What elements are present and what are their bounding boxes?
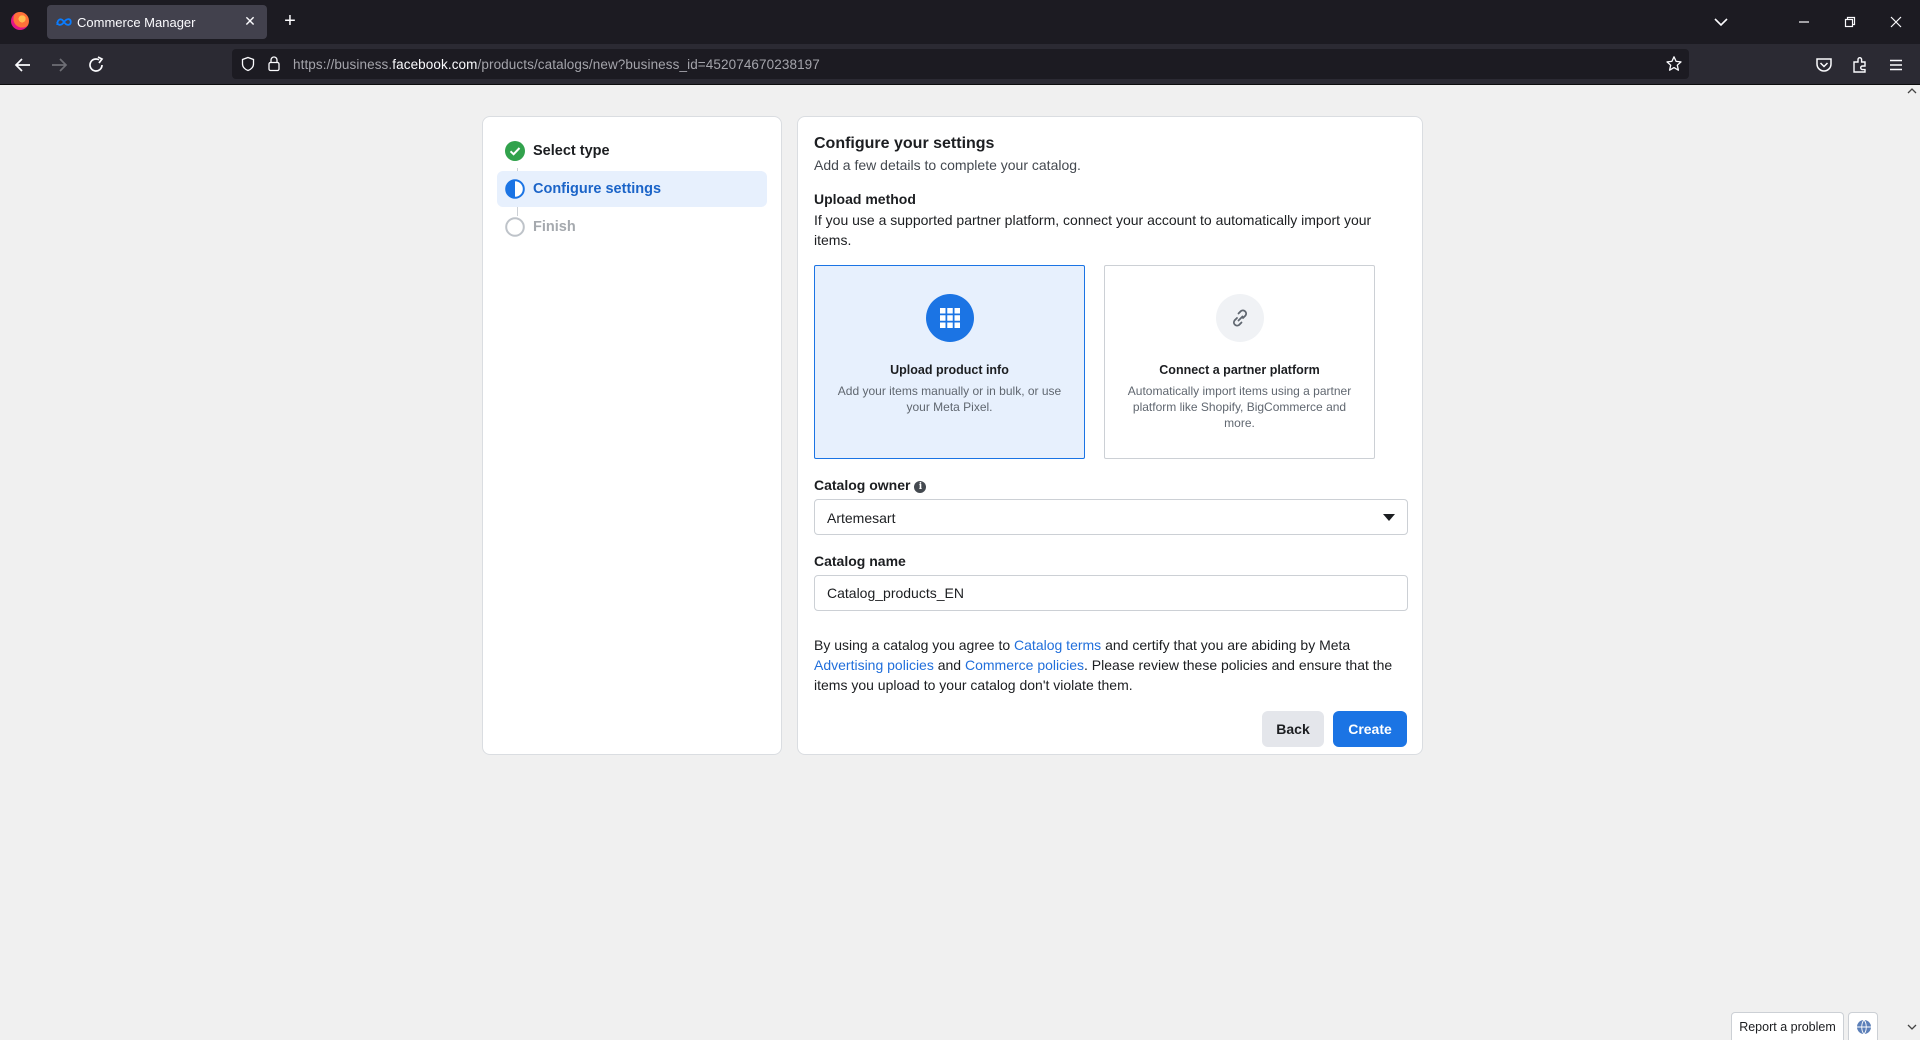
restore-icon[interactable] bbox=[1838, 10, 1862, 34]
shield-icon[interactable] bbox=[240, 56, 256, 72]
option-description: Add your items manually or in bulk, or u… bbox=[837, 384, 1062, 414]
step-label: Configure settings bbox=[533, 181, 662, 197]
back-button[interactable]: Back bbox=[1262, 711, 1324, 747]
step-select-type[interactable]: Select type bbox=[497, 133, 767, 169]
reload-icon[interactable] bbox=[85, 54, 107, 76]
link-icon bbox=[1216, 294, 1264, 342]
page-subtitle: Add a few details to complete your catal… bbox=[814, 157, 1081, 173]
caret-down-icon bbox=[1383, 514, 1395, 521]
step-label: Finish bbox=[533, 219, 576, 235]
globe-icon bbox=[1857, 1019, 1871, 1035]
grid-icon bbox=[926, 294, 974, 342]
tab-title: Commerce Manager bbox=[77, 15, 196, 30]
step-finish[interactable]: Finish bbox=[497, 209, 767, 245]
upload-method-description: If you use a supported partner platform,… bbox=[814, 212, 1372, 248]
option-title: Upload product info bbox=[890, 363, 1009, 377]
step-label: Select type bbox=[533, 143, 610, 159]
scroll-down-arrow-icon[interactable] bbox=[1906, 1022, 1918, 1032]
check-circle-icon bbox=[505, 141, 525, 161]
lock-icon[interactable] bbox=[266, 55, 282, 72]
bookmark-star-icon[interactable] bbox=[1665, 55, 1683, 73]
address-bar[interactable]: https://business.facebook.com/products/c… bbox=[232, 49, 1689, 79]
catalog-terms-link[interactable]: Catalog terms bbox=[1014, 637, 1101, 653]
tab-close-icon[interactable]: ✕ bbox=[241, 12, 259, 30]
browser-tab-bar: Commerce Manager ✕ + bbox=[0, 0, 1920, 44]
language-button[interactable] bbox=[1848, 1012, 1878, 1040]
scroll-up-arrow-icon[interactable] bbox=[1906, 86, 1918, 96]
minimize-icon[interactable] bbox=[1792, 10, 1816, 34]
extensions-icon[interactable] bbox=[1849, 54, 1871, 76]
empty-circle-icon bbox=[505, 217, 525, 237]
advertising-policies-link[interactable]: Advertising policies bbox=[814, 657, 934, 673]
info-icon[interactable]: i bbox=[914, 481, 927, 493]
back-arrow-icon[interactable] bbox=[12, 54, 34, 76]
configure-settings-panel: Configure your settings Add a few detail… bbox=[797, 116, 1423, 755]
firefox-logo-icon[interactable] bbox=[11, 12, 29, 30]
page-title: Configure your settings bbox=[814, 135, 995, 152]
upload-product-info-option[interactable]: Upload product info Add your items manua… bbox=[814, 265, 1085, 459]
half-circle-progress-icon bbox=[505, 179, 525, 199]
forward-arrow-icon[interactable] bbox=[48, 54, 70, 76]
option-title: Connect a partner platform bbox=[1159, 363, 1320, 377]
report-problem-button[interactable]: Report a problem bbox=[1731, 1012, 1844, 1040]
catalog-name-label: Catalog name bbox=[814, 553, 906, 569]
steps-panel: Select type Configure settings Finish bbox=[482, 116, 782, 755]
browser-tab[interactable]: Commerce Manager ✕ bbox=[47, 5, 267, 39]
catalog-name-input[interactable] bbox=[814, 575, 1408, 611]
option-description: Automatically import items using a partn… bbox=[1127, 384, 1352, 430]
url-text[interactable]: https://business.facebook.com/products/c… bbox=[293, 57, 820, 72]
catalog-owner-select[interactable]: Artemesart bbox=[814, 499, 1408, 535]
meta-logo-icon bbox=[56, 18, 72, 26]
close-window-icon[interactable] bbox=[1884, 10, 1908, 34]
upload-method-label: Upload method bbox=[814, 191, 916, 207]
browser-nav-bar: https://business.facebook.com/products/c… bbox=[0, 44, 1920, 85]
menu-hamburger-icon[interactable] bbox=[1885, 54, 1907, 76]
catalog-owner-label: Catalog owner i bbox=[814, 477, 927, 493]
create-button[interactable]: Create bbox=[1333, 711, 1407, 747]
catalog-owner-value: Artemesart bbox=[827, 510, 896, 526]
commerce-policies-link[interactable]: Commerce policies bbox=[965, 657, 1084, 673]
pocket-icon[interactable] bbox=[1813, 54, 1835, 76]
terms-text: By using a catalog you agree to Catalog … bbox=[814, 637, 1393, 693]
tab-list-chevron-icon[interactable] bbox=[1711, 12, 1731, 32]
new-tab-icon[interactable]: + bbox=[279, 10, 301, 32]
connect-partner-platform-option[interactable]: Connect a partner platform Automatically… bbox=[1104, 265, 1375, 459]
step-configure-settings[interactable]: Configure settings bbox=[497, 171, 767, 207]
